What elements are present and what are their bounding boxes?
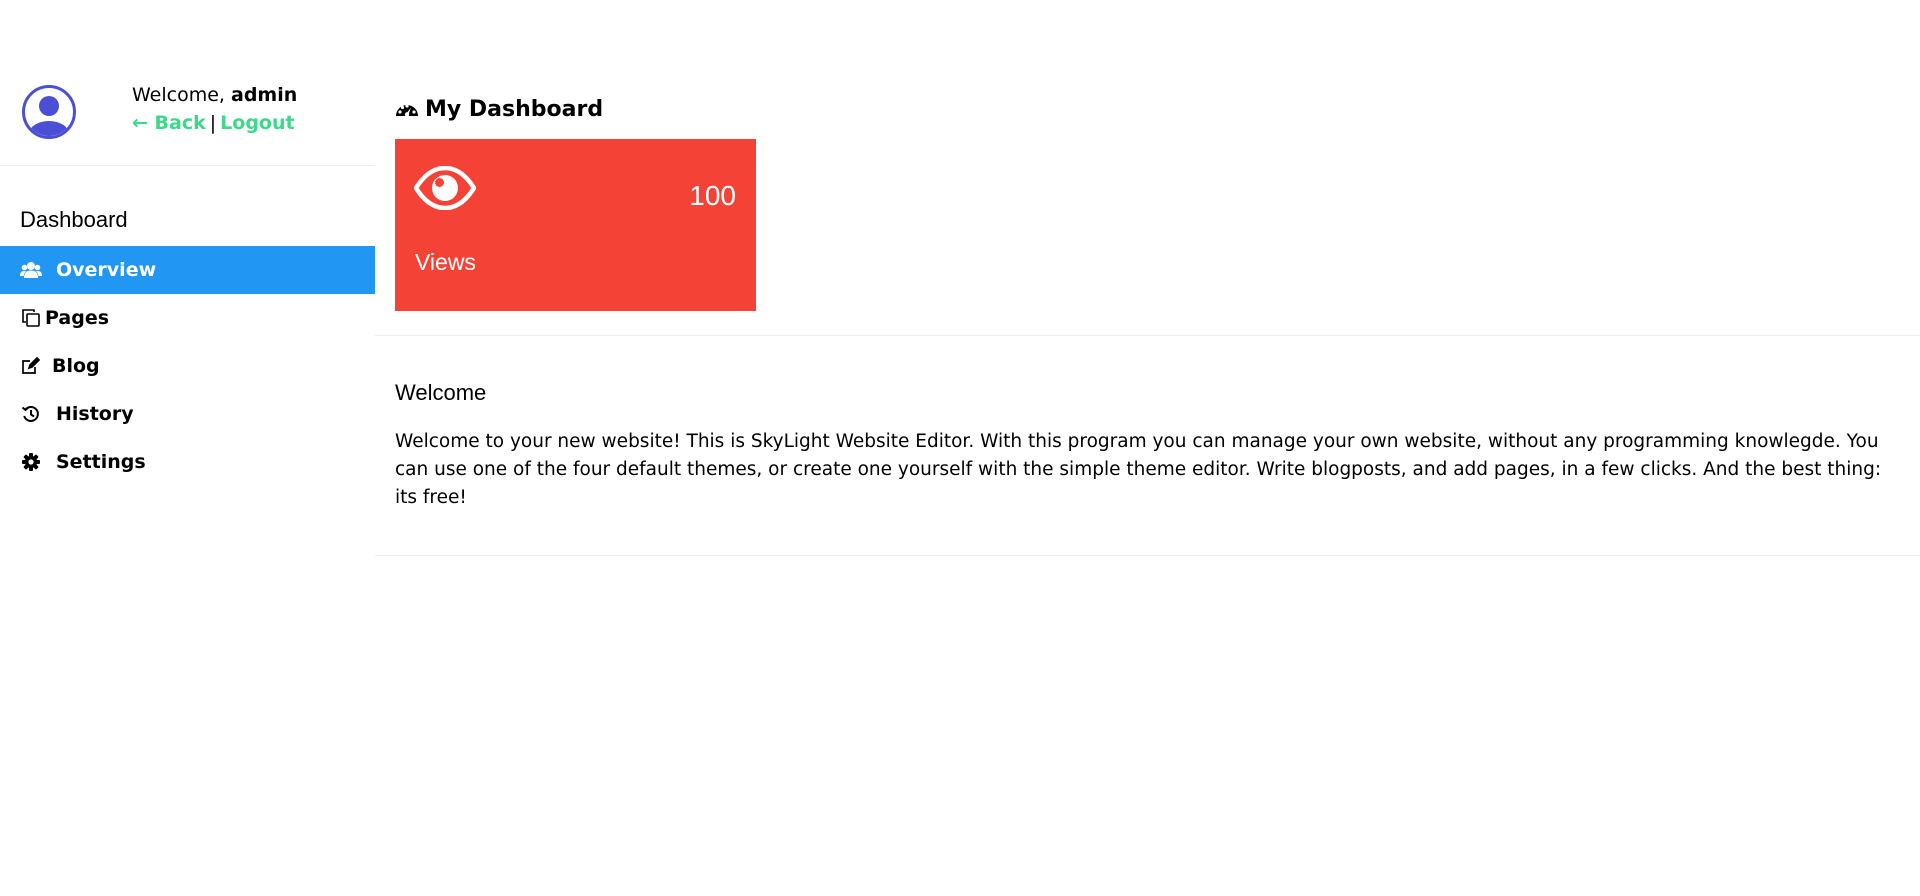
sidebar-item-settings[interactable]: Settings [0, 438, 375, 486]
logout-link[interactable]: Logout [220, 112, 294, 134]
user-links: ← Back | Logout [132, 112, 295, 134]
back-link[interactable]: ← Back [132, 112, 206, 134]
eye-icon [414, 166, 476, 210]
welcome-line: Welcome, admin [132, 84, 297, 106]
divider [375, 555, 1920, 556]
history-icon [20, 403, 42, 425]
sidebar-item-label: Overview [56, 259, 157, 281]
nav-title: Dashboard [20, 207, 128, 232]
sidebar-item-label: Settings [56, 451, 146, 473]
edit-icon [20, 355, 42, 377]
dashboard-gauge-icon [395, 98, 419, 122]
views-card: 100 Views [395, 139, 756, 311]
avatar-icon [22, 85, 76, 139]
page-title: My Dashboard [395, 97, 603, 122]
username: admin [231, 84, 298, 106]
users-icon [20, 259, 42, 281]
views-label: Views [415, 249, 476, 275]
greeting-text: Welcome, [132, 84, 225, 106]
user-panel: Welcome, admin ← Back | Logout [0, 61, 375, 166]
views-count: 100 [689, 180, 736, 211]
page-title-text: My Dashboard [425, 97, 604, 122]
sidebar-item-pages[interactable]: Pages [0, 294, 375, 342]
sidebar-item-overview[interactable]: Overview [0, 246, 375, 294]
sidebar-item-label: Pages [45, 307, 110, 329]
pages-icon [20, 307, 42, 329]
sidebar-item-history[interactable]: History [0, 390, 375, 438]
link-separator: | [209, 112, 217, 134]
welcome-paragraph: Welcome to your new website! This is Sky… [395, 431, 1882, 508]
sidebar-item-label: Blog [52, 355, 100, 377]
sidebar-item-label: History [56, 403, 134, 425]
welcome-heading: Welcome [395, 380, 487, 405]
sidebar-item-blog[interactable]: Blog [0, 342, 375, 390]
divider [375, 335, 1920, 336]
sidebar: Welcome, admin ← Back | Logout Dashboard O… [0, 61, 375, 486]
gear-icon [20, 451, 42, 473]
